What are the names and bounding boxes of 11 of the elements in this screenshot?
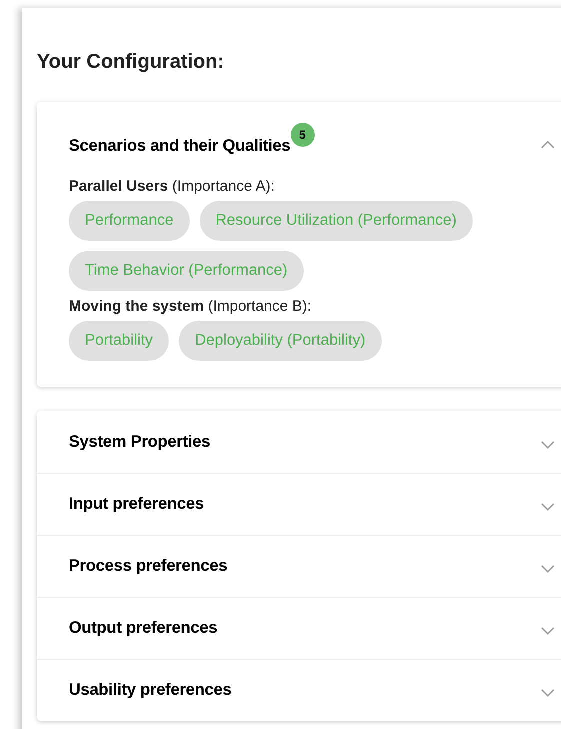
scenario-label: Moving the system (Importance B): — [69, 297, 313, 317]
count-badge: 5 — [290, 123, 315, 147]
section-header[interactable]: Usability preferences — [37, 659, 561, 721]
section-title: Scenarios and their Qualities — [69, 137, 291, 155]
section-header[interactable]: System Properties — [37, 411, 561, 473]
page-heading: Your Configuration: — [37, 50, 226, 75]
section-header[interactable]: Input preferences — [37, 473, 561, 535]
section-header[interactable]: Process preferences — [37, 535, 561, 597]
scenario-label: Parallel Users (Importance A): — [69, 177, 276, 197]
section-header[interactable]: Scenarios and their Qualities 5 — [37, 102, 561, 169]
section-header[interactable]: Output preferences — [37, 597, 561, 659]
